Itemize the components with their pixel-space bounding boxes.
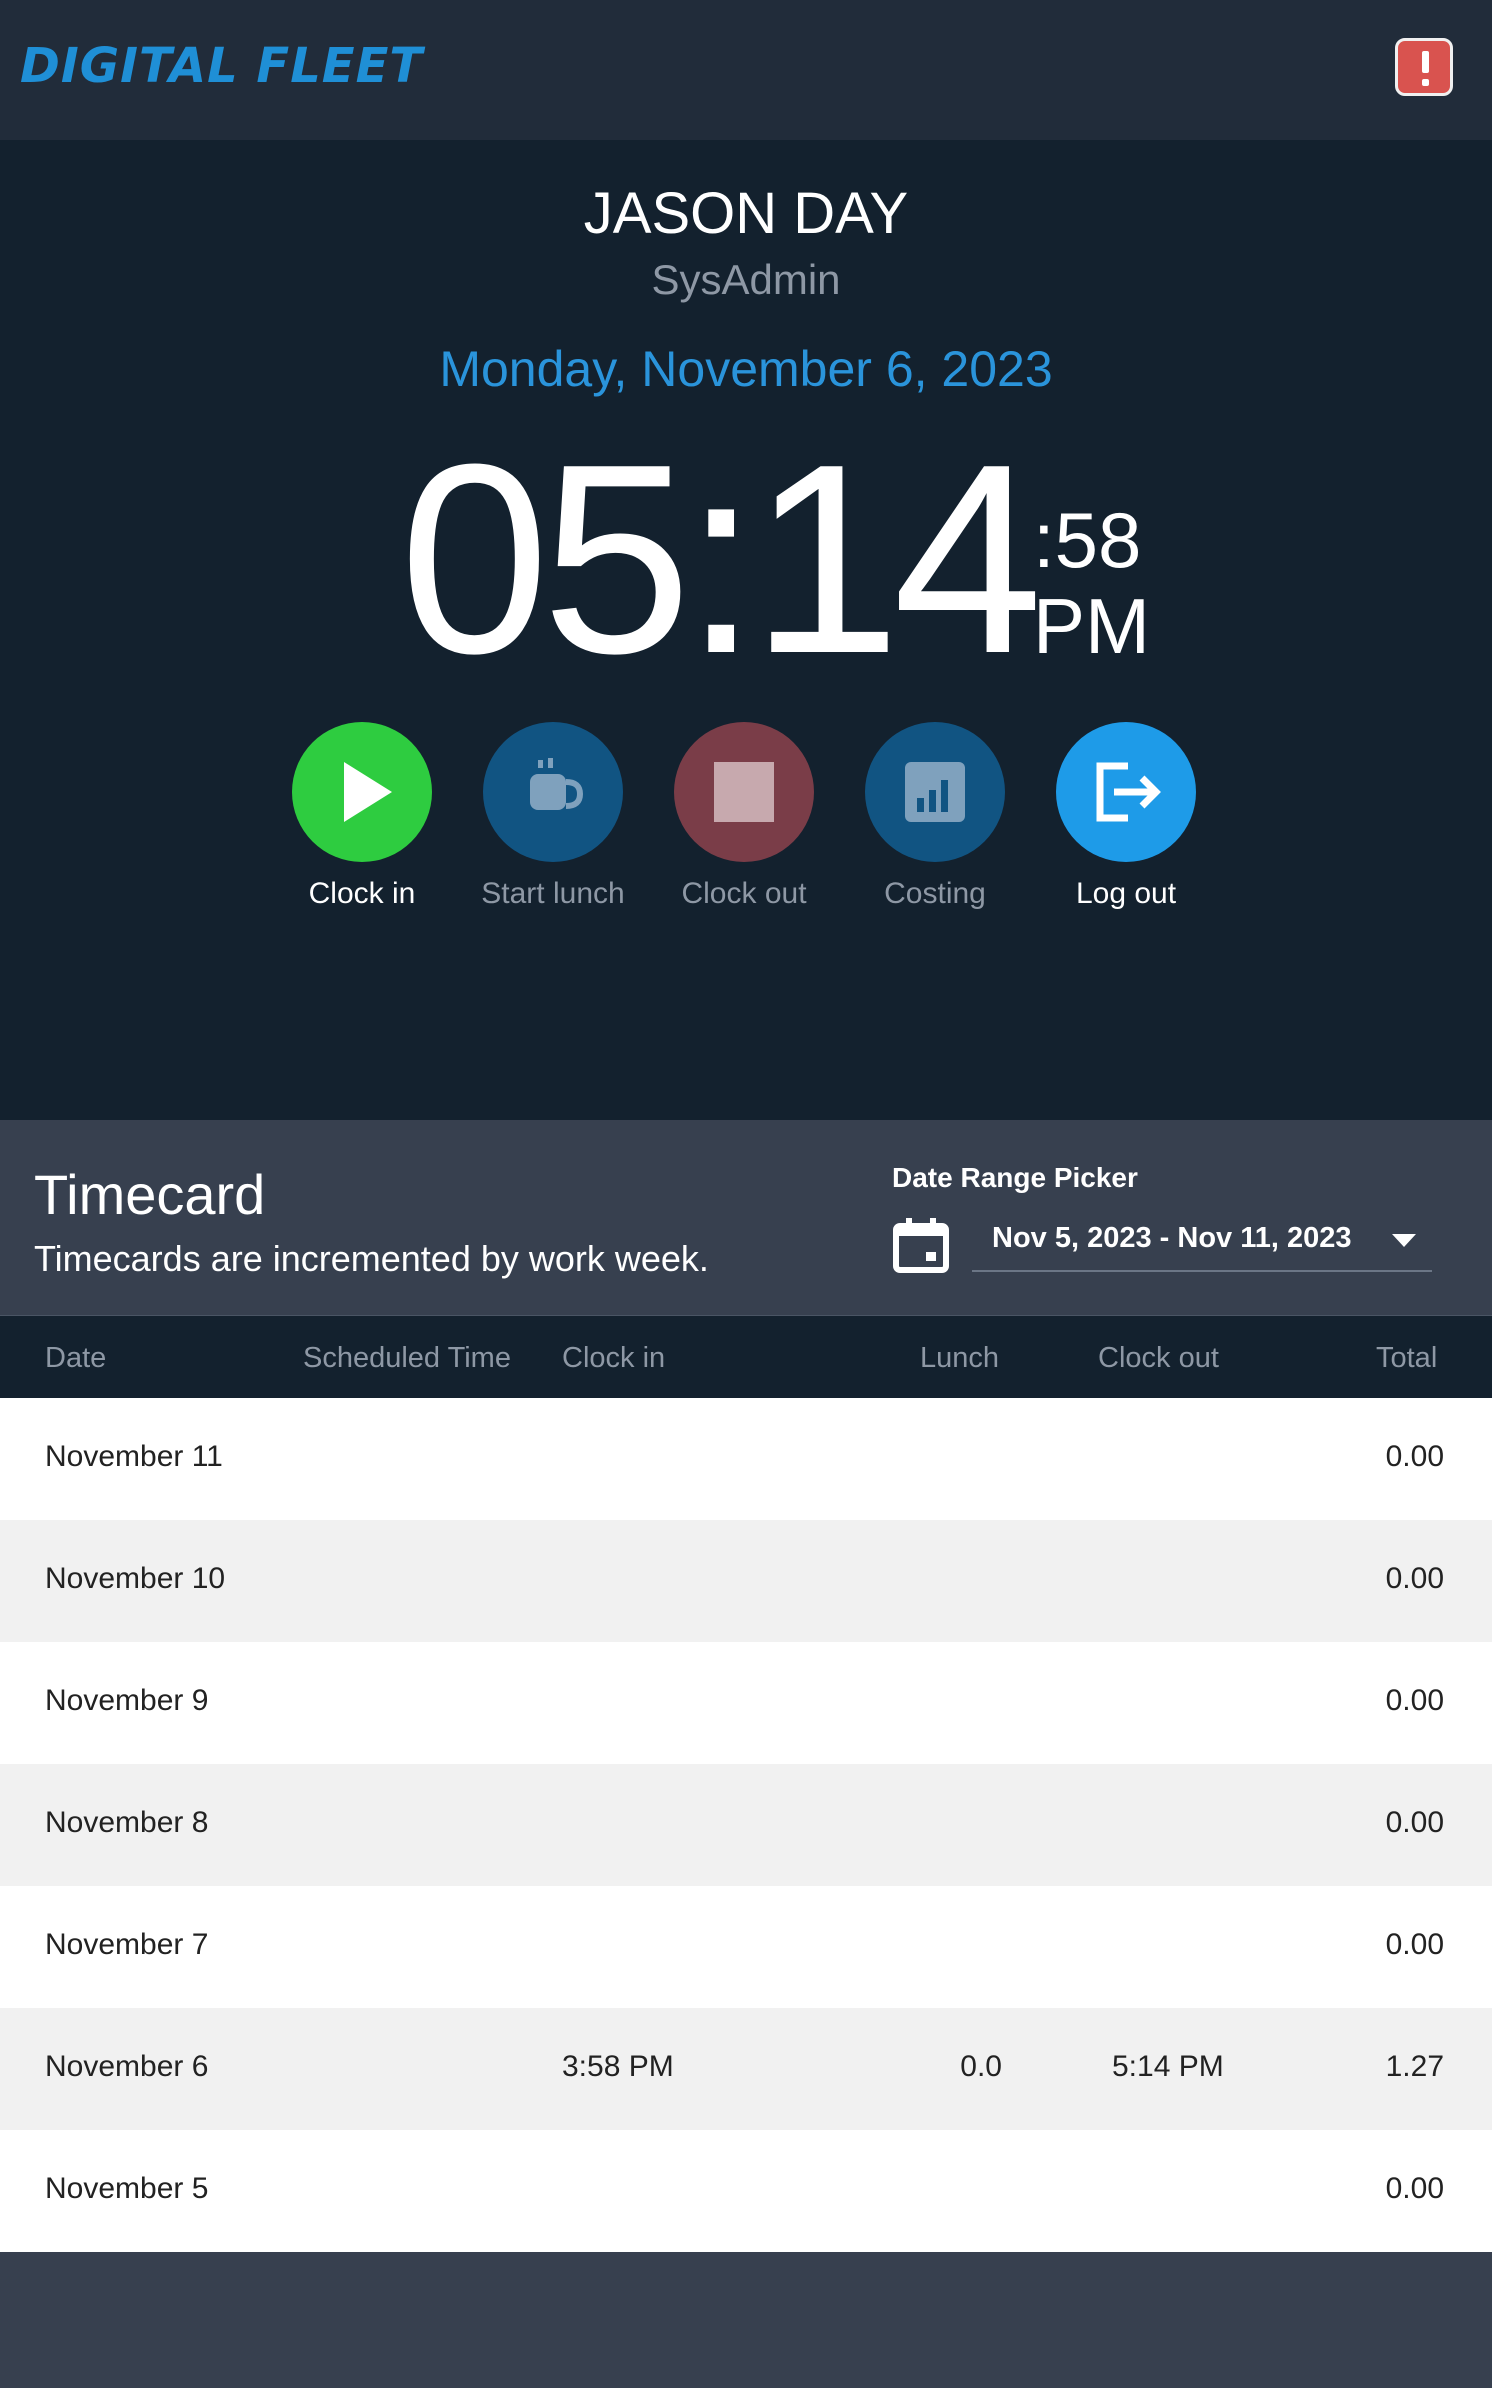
cell-date: November 7 [45,1928,209,1961]
cell-total: 0.00 [1385,1562,1444,1595]
stop-icon [714,762,774,822]
timecard-header: Timecard Timecards are incremented by wo… [0,1120,1492,1315]
coffee-cup-icon [530,758,584,810]
cell-total: 0.00 [1385,1684,1444,1717]
log-out-button[interactable]: Log out [1031,722,1221,912]
cell-date: November 11 [45,1440,223,1473]
start-lunch-circle[interactable] [483,722,623,862]
column-header-total: Total [1376,1342,1438,1374]
timecard-subtitle: Timecards are incremented by work week. [34,1238,709,1279]
table-row[interactable]: November 11 0.00 [0,1398,1492,1520]
date-range-label: Date Range Picker [892,1162,1138,1193]
table-row[interactable]: November 10 0.00 [0,1520,1492,1642]
date-range-value: Nov 5, 2023 - Nov 11, 2023 [992,1222,1352,1254]
cell-total: 0.00 [1385,2172,1444,2205]
cell-total: 1.27 [1385,2050,1444,2083]
table-header: Date Scheduled Time Clock in Lunch Clock… [0,1315,1492,1399]
user-role: SysAdmin [651,256,841,303]
clock-seconds: :58 [1033,496,1142,584]
top-bar: DIGITAL FLEET [0,0,1492,140]
cell-total: 0.00 [1385,1440,1444,1473]
timecard-table-body: November 11 0.00 November 10 0.00 Novemb… [0,1398,1492,2252]
exclamation-dot [1422,79,1429,86]
clock-out-circle[interactable] [674,722,814,862]
alert-button[interactable] [1395,38,1453,96]
chevron-down-icon [1392,1234,1416,1247]
clock-in-button[interactable]: Clock in [267,722,457,912]
costing-button[interactable]: Costing [840,722,1030,912]
costing-circle[interactable] [865,722,1005,862]
table-row[interactable]: November 8 0.00 [0,1764,1492,1886]
start-lunch-button[interactable]: Start lunch [458,722,648,912]
clock-in-label: Clock in [308,877,416,910]
cell-date: November 9 [45,1684,209,1717]
table-row[interactable]: November 9 0.00 [0,1642,1492,1764]
cell-total: 0.00 [1385,1806,1444,1839]
clock-panel: JASON DAY SysAdmin Monday, November 6, 2… [0,140,1492,1120]
table-row[interactable]: November 5 0.00 [0,2130,1492,2252]
column-header-date: Date [45,1342,107,1374]
column-header-clock-in: Clock in [562,1342,666,1374]
column-header-scheduled-time: Scheduled Time [303,1342,511,1374]
clock-out-label: Clock out [681,877,807,910]
cell-date: November 5 [45,2172,209,2205]
table-row[interactable]: November 6 3:58 PM 0.0 5:14 PM 1.27 [0,2008,1492,2130]
log-out-label: Log out [1075,877,1177,910]
cell-clock-in: 3:58 PM [562,2050,674,2083]
timecard-title: Timecard [34,1163,266,1226]
clock-hours-minutes: 05:14 [399,409,1043,710]
start-lunch-label: Start lunch [481,877,625,910]
column-header-lunch: Lunch [920,1342,1000,1374]
digital-fleet-logo: DIGITAL FLEET [20,38,424,94]
clock-in-circle[interactable] [292,722,432,862]
logout-icon [1096,762,1161,822]
table-row[interactable]: November 7 0.00 [0,1886,1492,2008]
costing-label: Costing [884,877,986,910]
date-range-select[interactable]: Nov 5, 2023 - Nov 11, 2023 [972,1212,1432,1272]
cell-date: November 6 [45,2050,209,2083]
cell-date: November 10 [45,1562,226,1595]
log-out-circle[interactable] [1056,722,1196,862]
clock-ampm: PM [1033,582,1150,670]
cell-lunch: 0.0 [960,2050,1002,2083]
bar-chart-icon [905,762,965,822]
calendar-icon[interactable] [892,1216,950,1274]
exclamation-icon [1422,51,1429,73]
play-icon [344,762,392,822]
column-header-clock-out: Clock out [1098,1342,1219,1374]
clock-out-button[interactable]: Clock out [649,722,839,912]
cell-clock-out: 5:14 PM [1112,2050,1224,2083]
current-date: Monday, November 6, 2023 [439,341,1053,397]
cell-total: 0.00 [1385,1928,1444,1961]
cell-date: November 8 [45,1806,209,1839]
user-name: JASON DAY [583,181,909,246]
